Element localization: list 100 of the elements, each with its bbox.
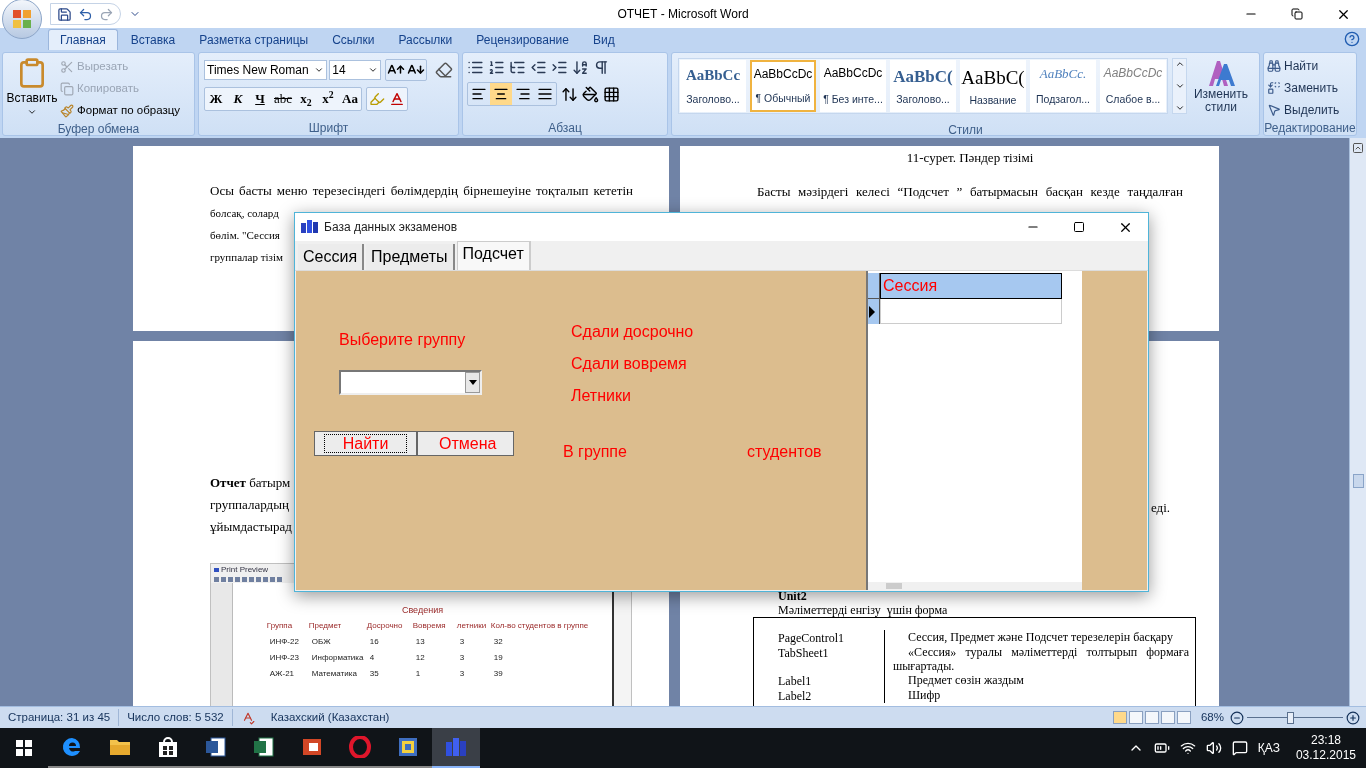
ribbon-tab[interactable]: Вид <box>581 29 626 50</box>
align-icon <box>471 86 487 102</box>
font-family-dropdown[interactable]: Times New Roman <box>204 60 328 80</box>
report-cell-text: ИНФ-22 <box>268 637 300 647</box>
dialog-tab[interactable]: Подсчет <box>456 241 531 270</box>
clock[interactable]: 23:18 03.12.2015 <box>1295 733 1356 763</box>
change-styles-button[interactable]: Изменить стили <box>1191 58 1251 122</box>
ribbon-tab[interactable]: Ссылки <box>321 29 386 50</box>
pilcrow-icon[interactable] <box>593 59 610 76</box>
zoom-in-icon[interactable] <box>1346 710 1360 725</box>
paste-button[interactable]: Вставить <box>7 57 57 121</box>
style-name: Подзагол... <box>1036 92 1090 108</box>
ribbon-tab[interactable]: Разметка страницы <box>188 29 320 50</box>
style-tile[interactable]: AaBbCc. Подзагол... <box>1030 60 1096 112</box>
zoom-slider-thumb[interactable] <box>1287 711 1295 724</box>
document-text-line: Отчет батырм <box>210 474 291 492</box>
style-name: Заголово... <box>896 92 950 108</box>
style-tile[interactable]: AaBbCcDc ¶ Без инте... <box>820 60 886 112</box>
report-cell-text: 3 <box>458 637 466 647</box>
vertical-scrollbar[interactable] <box>1349 138 1366 706</box>
spreadsheet-app-icon <box>253 736 275 758</box>
report-cell-text: 32 <box>492 637 504 647</box>
page-count[interactable]: Страница: 31 из 45 <box>0 708 120 727</box>
report-heading: Сведения <box>401 605 444 616</box>
horizontal-scrollbar[interactable] <box>868 582 1082 590</box>
expand-icon[interactable] <box>1174 103 1185 113</box>
borders-icon[interactable] <box>603 85 620 103</box>
folder-icon <box>109 737 131 757</box>
align-button[interactable] <box>490 83 512 105</box>
align-icon <box>515 86 531 102</box>
editing-command[interactable]: Выделить <box>1267 100 1353 120</box>
report-cell-text: 16 <box>368 637 380 647</box>
ribbon-tab[interactable]: Главная <box>48 29 118 50</box>
group-combobox[interactable] <box>339 370 482 395</box>
form-label: В группе <box>563 442 627 462</box>
format-button[interactable]: abc <box>271 88 296 110</box>
shopping-bag-icon <box>158 736 178 758</box>
zoom-out-icon[interactable] <box>1230 710 1244 725</box>
report-cell-text: 35 <box>368 669 380 679</box>
style-tile[interactable]: AaBbCcDc Слабое в... <box>1100 60 1166 112</box>
style-tile[interactable]: AaBbCc Заголово... <box>680 60 746 112</box>
zoom-slider-track[interactable] <box>1247 711 1343 724</box>
dialog-tab[interactable]: Предметы <box>366 244 455 270</box>
format-button[interactable]: Ж <box>205 88 227 110</box>
dialog-title: База данных экзаменов <box>324 219 458 236</box>
notifications-icon[interactable] <box>1231 740 1248 756</box>
word-count[interactable]: Число слов: 5 532 <box>119 708 233 727</box>
format-button[interactable]: Ч <box>249 88 271 110</box>
table-cell: Label1 <box>778 674 812 688</box>
style-tile[interactable]: AaBbC( Заголово... <box>890 60 956 112</box>
decrease-indent-icon[interactable] <box>530 59 547 76</box>
scroll-down-icon[interactable] <box>1174 81 1185 91</box>
increase-indent-icon[interactable] <box>551 59 568 76</box>
ide-app-icon <box>397 736 419 758</box>
scroll-up-icon[interactable] <box>1352 142 1364 154</box>
editing-command[interactable]: Заменить <box>1267 78 1353 98</box>
scroll-up-icon[interactable] <box>1174 59 1185 69</box>
clear-format-icon[interactable] <box>435 61 453 79</box>
undo-icon[interactable] <box>78 6 93 22</box>
zoom-level[interactable]: 68% <box>1200 708 1224 727</box>
ribbon-tab[interactable]: Вставка <box>119 29 187 50</box>
style-tile[interactable]: AaBbCcDc ¶ Обычный <box>750 60 816 112</box>
dialog-tab[interactable]: Сессия <box>298 244 365 270</box>
multilevel-list-icon[interactable] <box>509 59 526 76</box>
grid-cell[interactable] <box>880 299 1062 324</box>
document-text-line: бөлім. "Сессия <box>210 228 280 243</box>
numbering-icon[interactable] <box>488 59 505 76</box>
format-button[interactable]: К <box>227 88 249 110</box>
style-name: Заголово... <box>686 92 740 108</box>
gallery-scrollbar[interactable] <box>1172 58 1187 114</box>
ribbon-tab[interactable]: Рассылки <box>387 29 464 50</box>
wifi-icon[interactable] <box>1179 740 1196 756</box>
format-button[interactable]: Aa <box>339 88 362 110</box>
report-cell-text: 13 <box>414 637 426 647</box>
sort-icon[interactable] <box>572 59 589 76</box>
input-language[interactable]: ҚАЗ <box>1257 739 1280 757</box>
scrollbar-thumb[interactable] <box>886 583 902 589</box>
report-cell-text: 19 <box>492 653 504 663</box>
clipboard-command[interactable]: Формат по образцу <box>59 101 182 121</box>
style-tile[interactable]: AaBbC( Название <box>960 60 1026 112</box>
report-cell-text: ОБЖ <box>310 637 332 647</box>
font-size-dropdown[interactable]: 14 <box>329 60 382 80</box>
report-cell-text: Информатика <box>310 653 365 663</box>
format-button[interactable]: x$_{2}$ <box>295 88 318 110</box>
scrollbar-thumb[interactable] <box>1352 474 1364 488</box>
format-button[interactable]: x$^{2}$ <box>317 88 340 110</box>
line-spacing-icon[interactable] <box>561 85 578 103</box>
help-icon[interactable] <box>1344 31 1360 47</box>
form-label: Сдали вовремя <box>571 354 687 374</box>
battery-icon[interactable] <box>1153 740 1170 756</box>
editing-command[interactable]: Найти <box>1267 56 1353 76</box>
shading-icon[interactable] <box>582 85 599 103</box>
ribbon-tab[interactable]: Рецензирование <box>465 29 580 50</box>
language-indicator[interactable]: Казахский (Казахстан) <box>270 708 390 727</box>
save-icon[interactable] <box>57 6 72 22</box>
bullets-icon[interactable] <box>467 59 484 76</box>
volume-icon[interactable] <box>1205 740 1222 756</box>
brush-icon <box>60 104 74 118</box>
font-color-icon[interactable] <box>389 91 406 107</box>
style-name: ¶ Без инте... <box>823 92 883 108</box>
